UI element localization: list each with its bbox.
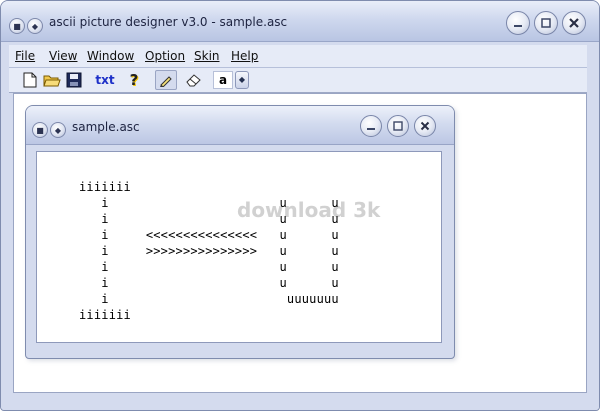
document-titlebar[interactable]: ■ ◆ sample.asc [26, 106, 454, 145]
maximize-icon[interactable] [534, 11, 558, 35]
txt-export-button[interactable]: txt [93, 71, 117, 89]
pencil-icon[interactable] [155, 70, 177, 90]
rollup-icon[interactable]: ◆ [27, 18, 43, 34]
system-menu-icon[interactable]: ■ [9, 18, 25, 34]
menu-view[interactable]: View [49, 49, 77, 63]
menu-skin[interactable]: Skin [194, 49, 220, 63]
menu-file[interactable]: File [15, 49, 35, 63]
toolbar: txt ? a ◆ [9, 68, 587, 93]
main-titlebar[interactable]: ■ ◆ ascii picture designer v3.0 - sample… [1, 1, 599, 42]
save-icon[interactable] [65, 71, 83, 89]
open-folder-icon[interactable] [43, 71, 61, 89]
drawing-canvas[interactable]: download 3k iiiiiii i u u i u u i <<<<<<… [36, 151, 442, 343]
document-window: ■ ◆ sample.asc download 3k iiiiiii i u u… [25, 105, 455, 359]
menu-option[interactable]: Option [145, 49, 185, 63]
new-file-icon[interactable] [21, 71, 39, 89]
menu-help[interactable]: Help [231, 49, 258, 63]
document-title: sample.asc [72, 120, 140, 134]
menu-window[interactable]: Window [87, 49, 134, 63]
character-input[interactable]: a [213, 71, 233, 89]
ascii-art: iiiiiii i u u i u u i <<<<<<<<<<<<<<< u … [79, 180, 339, 322]
help-icon[interactable]: ? [125, 71, 143, 89]
menu-bar: File View Window Option Skin Help [9, 45, 587, 68]
character-selector-icon[interactable]: ◆ [235, 71, 249, 89]
main-window: ■ ◆ ascii picture designer v3.0 - sample… [0, 0, 600, 411]
doc-maximize-icon[interactable] [387, 115, 409, 137]
doc-close-icon[interactable] [414, 115, 436, 137]
window-title: ascii picture designer v3.0 - sample.asc [49, 15, 288, 29]
doc-system-menu-icon[interactable]: ■ [32, 122, 48, 138]
eraser-icon[interactable] [185, 71, 203, 89]
minimize-icon[interactable] [506, 11, 530, 35]
doc-minimize-icon[interactable] [360, 115, 382, 137]
close-icon[interactable] [562, 11, 586, 35]
doc-rollup-icon[interactable]: ◆ [50, 122, 66, 138]
status-strip [1, 395, 599, 410]
